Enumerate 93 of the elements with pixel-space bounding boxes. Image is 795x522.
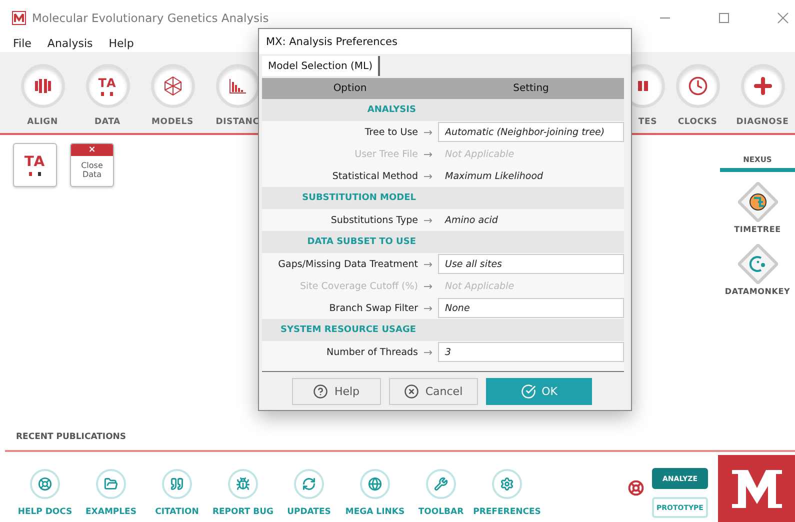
footer-link-label[interactable]: UPDATES <box>287 507 331 517</box>
network-icon <box>162 76 182 96</box>
footer-link-button[interactable] <box>426 469 456 499</box>
setting-field[interactable]: None <box>438 298 624 318</box>
data-tile[interactable]: TA <box>13 143 57 187</box>
toolbar-label: DATA <box>94 117 120 127</box>
toolbar-label: TES <box>638 117 658 127</box>
close-icon[interactable] <box>777 12 789 24</box>
footer-link-label[interactable]: PREFERENCES <box>473 507 541 517</box>
dialog-title: MX: Analysis Preferences <box>266 36 398 48</box>
section-label: SYSTEM RESOURCE USAGE <box>280 325 417 335</box>
footer-link-button[interactable] <box>360 469 390 499</box>
dialog-button[interactable]: Help <box>292 378 381 404</box>
setting-field[interactable]: 3 <box>438 342 624 362</box>
footer-link-button[interactable] <box>294 469 324 499</box>
footer-link-label[interactable]: HELP DOCS <box>18 507 72 517</box>
column-header: Option <box>332 83 368 94</box>
menu-item[interactable]: Analysis <box>47 37 93 50</box>
help-icon <box>313 384 328 398</box>
setting-value: Maximum Likelihood <box>444 170 544 182</box>
toolbar-button[interactable] <box>676 64 720 108</box>
toolbar-button[interactable] <box>150 64 194 108</box>
footer-link-button[interactable] <box>96 469 126 499</box>
arrow-glyph: → <box>422 170 434 182</box>
footer-link-label[interactable]: MEGA LINKS <box>345 507 405 517</box>
maximize-icon[interactable] <box>718 12 730 24</box>
menu-item[interactable]: File <box>13 37 32 50</box>
footer-link-button[interactable] <box>162 469 192 499</box>
toolbar-label: CLOCKS <box>678 117 718 127</box>
section-label: SUBSTITUTION MODEL <box>301 193 417 203</box>
arrow-glyph: → <box>422 346 434 358</box>
arrow-glyph: → <box>422 302 434 314</box>
arrow-glyph: → <box>422 126 434 138</box>
footer-link-label[interactable]: EXAMPLES <box>86 507 136 517</box>
arrow-glyph: → <box>422 148 434 160</box>
setting-value: Not Applicable <box>444 148 516 160</box>
settings-icon <box>500 477 514 491</box>
toolbar-label: DISTANC <box>216 117 260 127</box>
option-label: Branch Swap Filter <box>328 302 418 314</box>
toolbar-button[interactable]: TA <box>86 64 130 108</box>
globe-icon <box>368 477 382 491</box>
dialog-button[interactable]: Cancel <box>389 378 478 404</box>
option-label: User Tree File <box>354 148 418 160</box>
option-label: Substitutions Type <box>330 214 418 226</box>
column-header: Setting <box>512 83 550 94</box>
folder-icon <box>104 477 118 491</box>
setting-field[interactable]: Use all sites <box>438 254 624 274</box>
option-label: Tree to Use <box>364 126 418 138</box>
section-label: DATA SUBSET TO USE <box>306 237 417 247</box>
menu-item[interactable]: Help <box>108 37 134 50</box>
footer-link-button[interactable] <box>228 469 258 499</box>
setting-value: Amino acid <box>444 214 499 226</box>
option-label: Site Coverage Cutoff (%) <box>299 280 418 292</box>
wrench-icon <box>434 477 448 491</box>
refresh-icon <box>302 477 316 491</box>
close-data-tile[interactable]: × Close Data <box>70 143 114 187</box>
arrow-glyph: → <box>422 280 434 292</box>
histogram-icon <box>228 78 246 94</box>
lifebuoy-icon[interactable] <box>628 480 644 496</box>
monkey-badge-icon[interactable] <box>738 244 778 284</box>
footer-link-button[interactable] <box>30 469 60 499</box>
nexus-link-label[interactable]: TIMETREE <box>734 225 781 234</box>
footer-link-label[interactable]: REPORT BUG <box>212 507 274 517</box>
setting-value: Not Applicable <box>444 280 516 292</box>
window-title: Molecular Evolutionary Genetics Analysis <box>32 10 270 24</box>
option-label: Number of Threads <box>325 346 418 358</box>
bars-icon <box>638 81 648 91</box>
option-label: Statistical Method <box>331 170 418 182</box>
toolbar-label: DIAGNOSE <box>736 117 789 127</box>
check-icon <box>520 384 536 398</box>
tab[interactable]: Model Selection (ML) <box>262 56 380 76</box>
tree-badge-icon[interactable] <box>738 182 778 222</box>
bug-icon <box>236 477 250 491</box>
lifebuoy-icon <box>38 477 52 491</box>
toolbar-label: MODELS <box>152 117 194 127</box>
section-heading: RECENT PUBLICATIONS <box>16 432 126 442</box>
arrow-glyph: → <box>422 214 434 226</box>
section-label: ANALYSIS <box>366 105 417 115</box>
quote-icon <box>170 477 184 491</box>
toolbar-label: ALIGN <box>27 117 58 127</box>
footer-link-label[interactable]: CITATION <box>155 507 199 517</box>
close-icon <box>404 384 420 398</box>
nexus-link-label[interactable]: DATAMONKEY <box>724 287 790 296</box>
toolbar-button[interactable] <box>216 64 260 108</box>
toolbar-button[interactable] <box>740 64 784 108</box>
toolbar-button[interactable] <box>20 64 64 108</box>
footer-link-label[interactable]: TOOLBAR <box>418 507 464 517</box>
app-logo-icon <box>12 10 26 24</box>
footer-link-button[interactable] <box>492 469 522 499</box>
bars-icon <box>34 78 52 94</box>
clock-icon <box>688 76 708 96</box>
option-label: Gaps/Missing Data Treatment <box>277 258 418 270</box>
arrow-glyph: → <box>422 258 434 270</box>
